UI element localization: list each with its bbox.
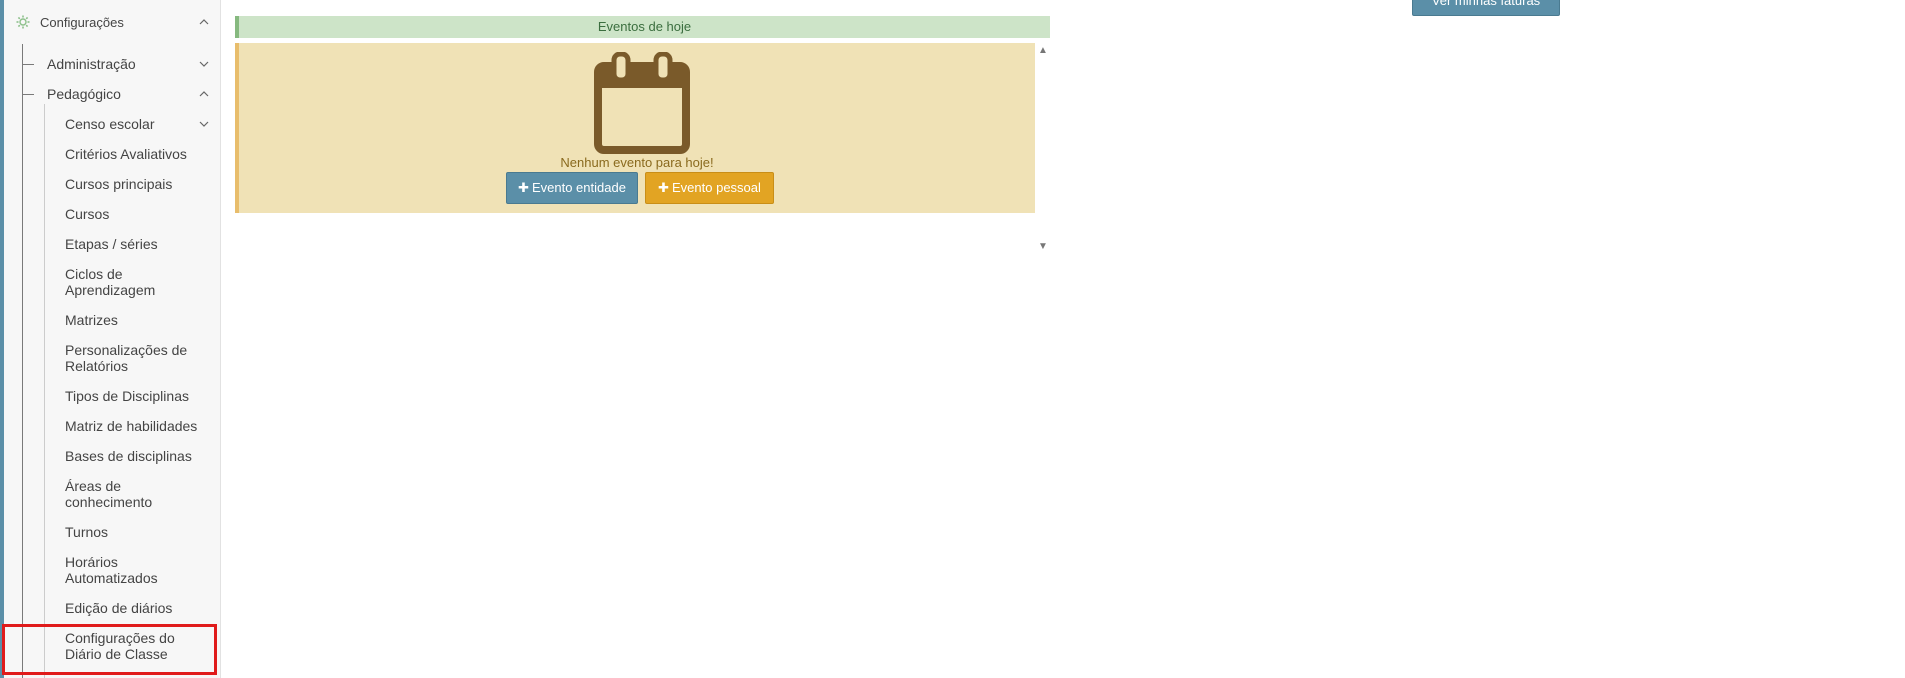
scroll-down-arrow-icon[interactable]: ▼: [1037, 242, 1049, 252]
sidebar-item-censo-escolar[interactable]: Censo escolar: [65, 116, 155, 132]
sidebar-item-cursos[interactable]: Cursos: [65, 206, 109, 222]
tree-line: [22, 44, 23, 678]
plus-icon: ✚: [658, 180, 669, 195]
chevron-down-icon[interactable]: [198, 118, 210, 130]
tree-line: [44, 104, 45, 678]
tree-tick: [22, 64, 34, 65]
add-event-pessoal-label: Evento pessoal: [672, 180, 761, 195]
sidebar-item-horarios-automatizados[interactable]: Horários Automatizados: [65, 554, 175, 586]
add-event-pessoal-button[interactable]: ✚ Evento pessoal: [645, 172, 774, 204]
no-events-message: Nenhum evento para hoje!: [560, 155, 714, 170]
scroll-up-arrow-icon[interactable]: ▲: [1037, 46, 1049, 56]
chevron-up-icon[interactable]: [198, 88, 210, 100]
ver-faturas-button[interactable]: Ver minhas faturas: [1412, 0, 1560, 16]
sidebar-accent-bar: [0, 0, 4, 678]
sidebar-item-pedagogico[interactable]: Pedagógico: [47, 86, 121, 102]
events-header: Eventos de hoje: [235, 16, 1050, 38]
sidebar-item-etapas-series[interactable]: Etapas / séries: [65, 236, 158, 252]
sidebar-item-ciclos-aprendizagem[interactable]: Ciclos de Aprendizagem: [65, 266, 185, 298]
sidebar-item-matrizes[interactable]: Matrizes: [65, 312, 118, 328]
sidebar-item-criterios-avaliativos[interactable]: Critérios Avaliativos: [65, 146, 187, 162]
selection-highlight: [2, 624, 217, 675]
ver-faturas-label: Ver minhas faturas: [1431, 0, 1541, 8]
calendar-icon: [594, 52, 690, 154]
gear-icon: [16, 15, 30, 29]
sidebar-item-configuracoes[interactable]: Configurações: [40, 15, 124, 31]
add-event-entidade-label: Evento entidade: [531, 180, 626, 195]
sidebar-item-administracao[interactable]: Administração: [47, 56, 136, 72]
sidebar-item-cursos-principais[interactable]: Cursos principais: [65, 176, 172, 192]
events-panel: Nenhum evento para hoje! ✚ Evento entidad…: [235, 43, 1035, 213]
sidebar-item-matriz-habilidades[interactable]: Matriz de habilidades: [65, 418, 197, 434]
chevron-down-icon[interactable]: [198, 58, 210, 70]
chevron-up-icon[interactable]: [198, 16, 210, 28]
sidebar-item-bases-disciplinas[interactable]: Bases de disciplinas: [65, 448, 192, 464]
tree-tick: [22, 94, 34, 95]
sidebar-item-personalizacoes-relatorios[interactable]: Personalizações de Relatórios: [65, 342, 195, 374]
plus-icon: ✚: [518, 180, 529, 195]
sidebar-item-tipos-disciplinas[interactable]: Tipos de Disciplinas: [65, 388, 189, 404]
add-event-entidade-button[interactable]: ✚ Evento entidade: [506, 172, 638, 204]
sidebar: Configurações Administração Pedagógico C…: [0, 0, 221, 678]
sidebar-item-turnos[interactable]: Turnos: [65, 524, 108, 540]
sidebar-item-edicao-diarios[interactable]: Edição de diários: [65, 600, 172, 616]
sidebar-item-areas-conhecimento[interactable]: Áreas de conhecimento: [65, 478, 165, 510]
